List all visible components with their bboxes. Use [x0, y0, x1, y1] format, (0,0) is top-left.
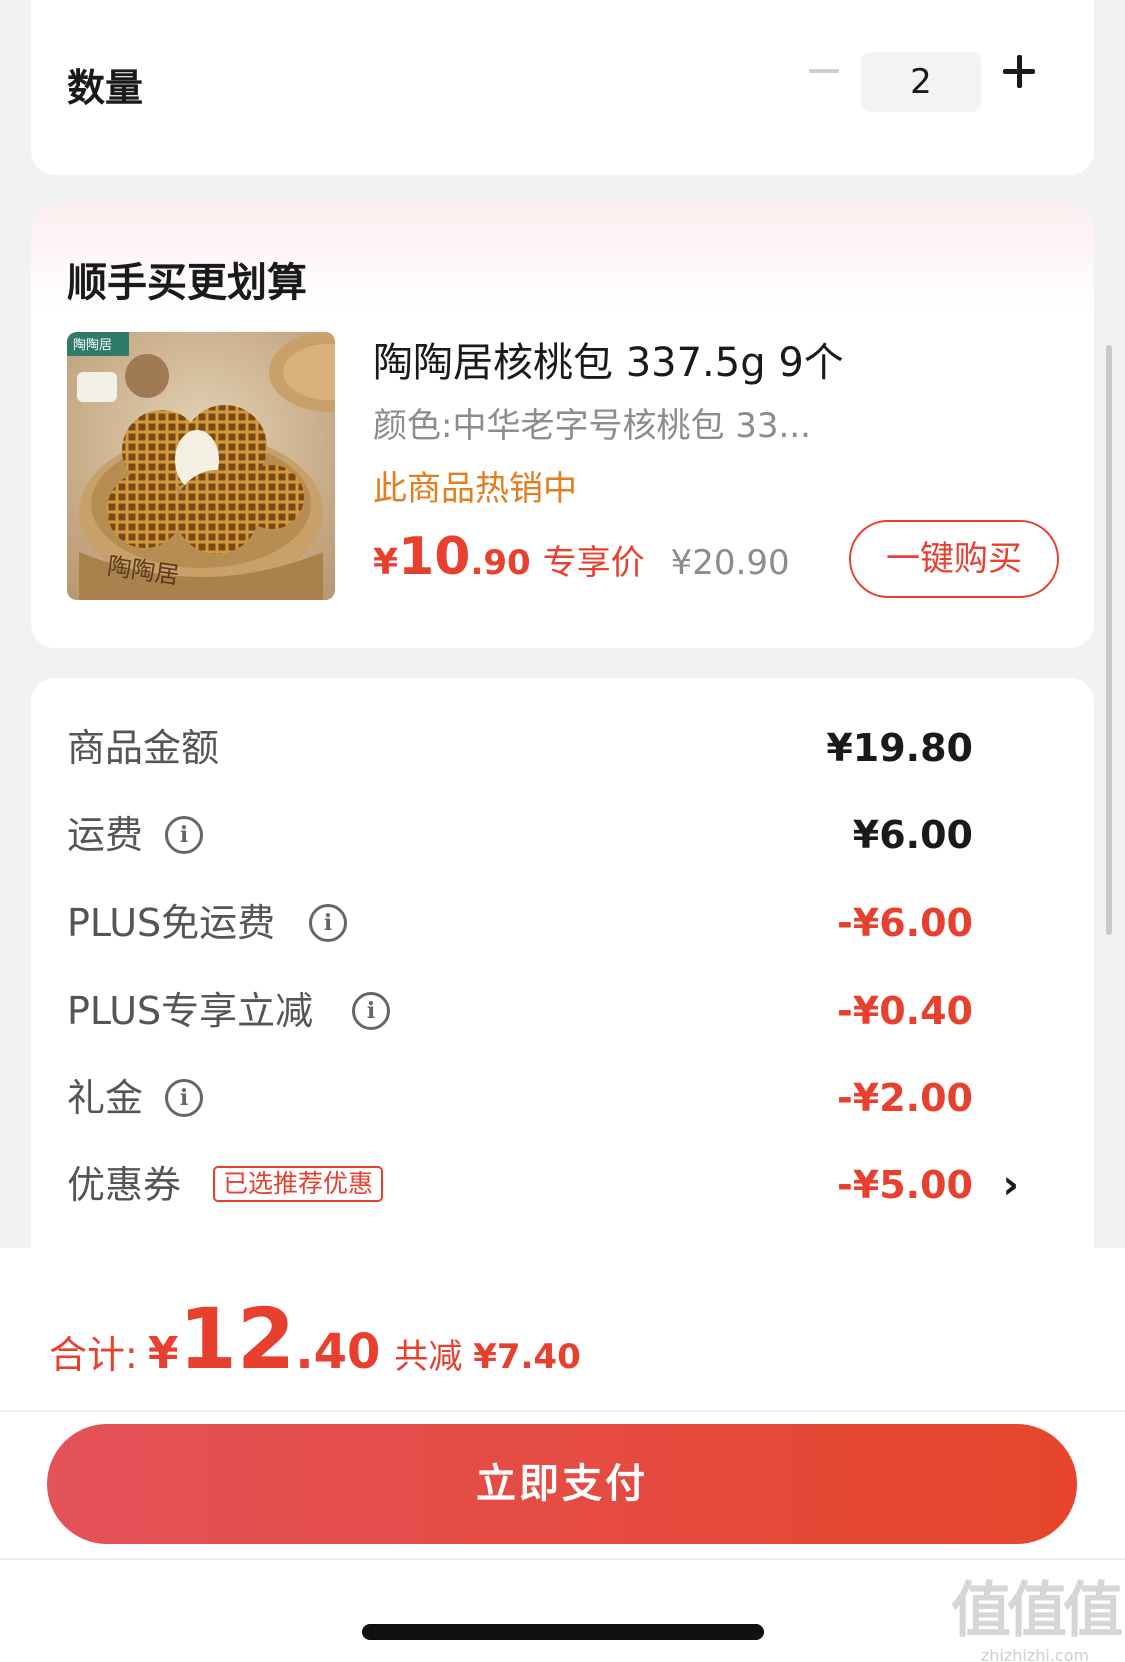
total-savings: 共减 ¥7.40 — [394, 1337, 580, 1377]
summary-label: 优惠券 — [67, 1163, 182, 1207]
scrollbar[interactable] — [1106, 345, 1112, 935]
price-summary-card: 商品金额 ¥19.80 运费 i ¥6.00 PLUS免运费 i -¥6.00 … — [31, 678, 1094, 1278]
summary-label: PLUS免运费 — [67, 901, 276, 945]
summary-label: PLUS专享立减 — [67, 989, 314, 1033]
summary-value: ¥19.80 — [826, 726, 973, 770]
summary-label: 运费 — [67, 813, 144, 857]
summary-row-shipping: 运费 i ¥6.00 — [67, 805, 1037, 865]
product-image[interactable]: 陶陶居 陶陶居 — [67, 332, 335, 600]
summary-row-gift-money: 礼金 i -¥2.00 — [67, 1068, 1037, 1128]
summary-label: 礼金 — [67, 1076, 144, 1120]
site-watermark: 值值值 zhizhizhi.com — [951, 1576, 1123, 1662]
one-click-buy-button[interactable]: 一键购买 — [849, 520, 1059, 598]
pay-now-button[interactable]: 立即支付 — [47, 1424, 1077, 1544]
price-currency: ¥ — [373, 542, 399, 583]
summary-row-goods-amount: 商品金额 ¥19.80 — [67, 718, 1037, 778]
info-icon[interactable]: i — [165, 816, 203, 854]
summary-row-plus-discount: PLUS专享立减 i -¥0.40 — [67, 981, 1037, 1041]
info-icon[interactable]: i — [165, 1079, 203, 1117]
savings-label: 共减 — [394, 1337, 463, 1377]
quantity-card: 数量 2 — [31, 0, 1094, 175]
info-icon[interactable]: i — [352, 992, 390, 1030]
watermark-url: zhizhizhi.com — [980, 1646, 1090, 1662]
total-label: 合计: — [49, 1333, 138, 1377]
summary-value: -¥0.40 — [837, 989, 973, 1033]
summary-value: -¥2.00 — [837, 1076, 973, 1120]
exclusive-price-tag: 专享价 — [542, 543, 645, 583]
product-spec: 颜色:中华老字号核桃包 33... — [373, 406, 811, 446]
summary-label: 商品金额 — [67, 726, 220, 770]
quantity-label: 数量 — [67, 66, 144, 110]
watermark-logo: 值值值 — [951, 1576, 1123, 1646]
summary-row-coupon[interactable]: 优惠券 已选推荐优惠 -¥5.00 › — [67, 1155, 1037, 1215]
recommended-coupon-badge: 已选推荐优惠 — [213, 1166, 384, 1202]
upsell-title: 顺手买更划算 — [67, 260, 307, 306]
original-price: ¥20.90 — [670, 543, 790, 583]
upsell-card: 顺手买更划算 陶陶居 陶陶居 陶陶居核桃包 337.5g 9个 颜色:中华老字号… — [31, 205, 1094, 648]
summary-row-plus-free-shipping: PLUS免运费 i -¥6.00 — [67, 893, 1037, 953]
price-decimal: .90 — [470, 543, 531, 583]
home-indicator[interactable] — [362, 1624, 764, 1640]
divider — [0, 1410, 1125, 1412]
total-decimal: .40 — [295, 1324, 381, 1380]
divider — [0, 1558, 1125, 1560]
total-amount: 合计: ¥12.40 共减 ¥7.40 — [49, 1290, 581, 1388]
checkout-bar: 合计: ¥12.40 共减 ¥7.40 立即支付 值值值 zhizhizhi.com — [0, 1248, 1125, 1662]
quantity-value[interactable]: 2 — [861, 52, 981, 112]
summary-value: -¥6.00 — [837, 901, 973, 945]
increase-quantity-button[interactable] — [999, 50, 1039, 90]
summary-value: ¥6.00 — [852, 813, 973, 857]
summary-value: -¥5.00 — [837, 1163, 973, 1207]
product-price: ¥10.90 专享价 ¥20.90 — [373, 527, 790, 587]
price-integer: 10 — [398, 527, 471, 587]
chevron-right-icon[interactable]: › — [1003, 1157, 1019, 1213]
savings-value: ¥7.40 — [473, 1337, 581, 1377]
total-integer: 12 — [178, 1290, 296, 1388]
hot-selling-label: 此商品热销中 — [373, 469, 577, 509]
decrease-quantity-button[interactable] — [805, 50, 845, 90]
brand-logo-text: 陶陶居 — [73, 337, 112, 353]
total-currency: ¥ — [147, 1328, 179, 1379]
info-icon[interactable]: i — [309, 904, 347, 942]
product-name[interactable]: 陶陶居核桃包 337.5g 9个 — [373, 330, 844, 388]
